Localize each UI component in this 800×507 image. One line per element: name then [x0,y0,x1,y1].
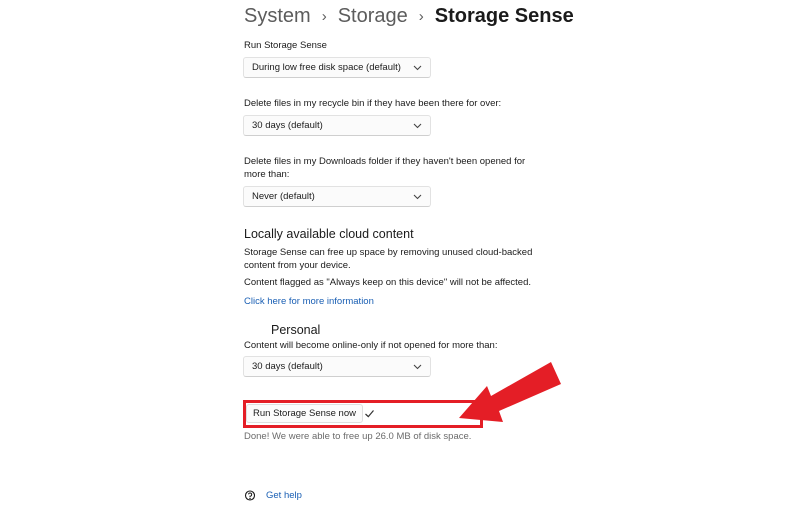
run-storage-sense-dropdown[interactable]: During low free disk space (default) [243,57,431,78]
recycle-bin-dropdown[interactable]: 30 days (default) [243,115,431,136]
cloud-content-title: Locally available cloud content [244,227,414,241]
checkmark-icon [364,406,376,418]
breadcrumb-storage[interactable]: Storage [338,5,408,28]
recycle-bin-label: Delete files in my recycle bin if they h… [244,98,502,109]
dropdown-value: 30 days (default) [252,361,323,372]
personal-label: Content will become online-only if not o… [244,340,498,351]
cloud-desc-line1: Storage Sense can free up space by remov… [244,247,533,258]
breadcrumb-separator-icon: › [418,7,424,25]
dropdown-value: Never (default) [252,191,315,202]
cloud-desc-line2: content from your device. [244,260,351,271]
personal-title: Personal [271,323,321,337]
red-arrow [459,362,561,422]
page-title: Storage Sense [434,4,574,27]
help-icon [244,489,256,501]
chevron-down-icon [412,121,422,131]
breadcrumb-system[interactable]: System [244,5,311,28]
downloads-label-line2: more than: [244,169,290,180]
personal-dropdown[interactable]: 30 days (default) [243,356,431,377]
breadcrumb: System › Storage › Storage Sense [244,2,574,30]
run-storage-sense-now-button[interactable]: Run Storage Sense now [246,404,363,423]
downloads-dropdown[interactable]: Never (default) [243,186,431,207]
run-now-status: Done! We were able to free up 26.0 MB of… [244,431,472,442]
run-storage-sense-label: Run Storage Sense [244,40,327,51]
dropdown-value: 30 days (default) [252,120,323,131]
get-help-link[interactable]: Get help [266,490,302,501]
chevron-down-icon [412,362,422,372]
run-now-label: Run Storage Sense now [253,408,356,419]
breadcrumb-separator-icon: › [321,7,327,25]
chevron-down-icon [412,192,422,202]
downloads-label-line1: Delete files in my Downloads folder if t… [244,156,526,167]
cloud-note: Content flagged as "Always keep on this … [244,277,531,288]
chevron-down-icon [412,63,422,73]
dropdown-value: During low free disk space (default) [252,62,401,73]
more-info-link[interactable]: Click here for more information [244,296,374,307]
